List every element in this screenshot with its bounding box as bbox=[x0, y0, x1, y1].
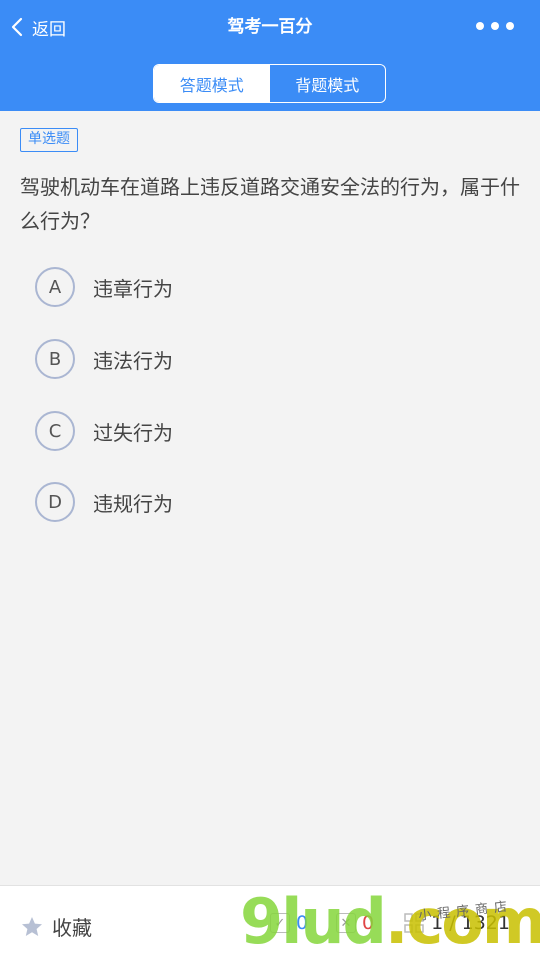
option-b[interactable]: B 违法行为 bbox=[35, 339, 173, 379]
option-letter: A bbox=[35, 267, 75, 307]
mode-switch: 答题模式 背题模式 bbox=[153, 64, 386, 103]
check-icon: ✓ bbox=[270, 913, 290, 933]
tab-answer-mode[interactable]: 答题模式 bbox=[154, 65, 270, 102]
option-text: 过失行为 bbox=[93, 420, 173, 445]
progress-text: 1 / 1321 bbox=[431, 912, 510, 934]
option-a[interactable]: A 违章行为 bbox=[35, 267, 173, 307]
cross-icon: ✕ bbox=[336, 913, 356, 933]
star-icon bbox=[22, 916, 42, 936]
option-letter: B bbox=[35, 339, 75, 379]
favorite-button[interactable]: 收藏 bbox=[20, 912, 92, 941]
wrong-count: ✕ 0 bbox=[336, 912, 374, 934]
question-progress[interactable]: 1 / 1321 bbox=[403, 912, 510, 934]
option-d[interactable]: D 违规行为 bbox=[35, 482, 173, 522]
question-text: 驾驶机动车在道路上违反道路交通安全法的行为，属于什么行为？ bbox=[20, 175, 520, 233]
favorite-label: 收藏 bbox=[52, 916, 92, 940]
more-dot-icon bbox=[476, 22, 484, 30]
question-type-badge: 单选题 bbox=[20, 128, 78, 152]
option-letter: D bbox=[35, 482, 75, 522]
option-text: 违法行为 bbox=[93, 348, 173, 373]
tab-recite-mode[interactable]: 背题模式 bbox=[270, 65, 386, 102]
page-title: 驾考一百分 bbox=[227, 17, 313, 37]
top-header: 返回 驾考一百分 答题模式 背题模式 bbox=[0, 0, 540, 111]
more-dot-icon bbox=[506, 22, 514, 30]
more-dot-icon bbox=[491, 22, 499, 30]
option-letter: C bbox=[35, 411, 75, 451]
bottom-toolbar: 收藏 ✓ 0 ✕ 0 1 / 1321 bbox=[0, 885, 540, 960]
grid-icon bbox=[404, 913, 424, 933]
nav-bar: 返回 驾考一百分 bbox=[0, 0, 540, 54]
option-text: 违章行为 bbox=[93, 276, 173, 301]
option-c[interactable]: C 过失行为 bbox=[35, 411, 173, 451]
right-count-value: 0 bbox=[296, 912, 309, 934]
right-count: ✓ 0 bbox=[270, 912, 308, 934]
more-menu-button[interactable] bbox=[476, 22, 514, 30]
option-text: 违规行为 bbox=[93, 491, 173, 516]
wrong-count-value: 0 bbox=[362, 912, 375, 934]
